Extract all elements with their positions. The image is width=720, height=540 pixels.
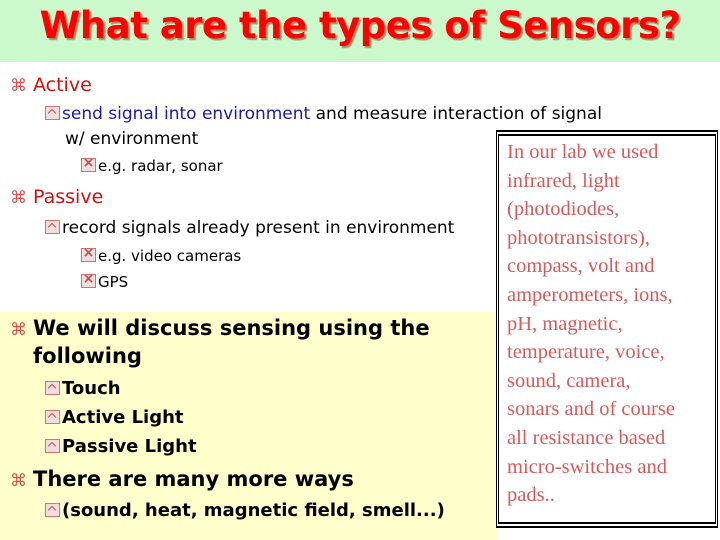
up-box-icon bbox=[45, 410, 60, 424]
highlight-text: send signal into environment bbox=[62, 104, 311, 124]
example-label: GPS bbox=[98, 273, 129, 291]
passive-description: record signals already present in enviro… bbox=[45, 218, 454, 238]
bullet-active: ⌘ Active bbox=[10, 74, 92, 96]
description-text: record signals already present in enviro… bbox=[62, 218, 455, 238]
discuss-item: Active Light bbox=[45, 407, 184, 428]
discuss-item: Touch bbox=[45, 378, 121, 399]
item-label: (sound, heat, magnetic field, smell...) bbox=[62, 500, 445, 521]
up-box-icon bbox=[45, 381, 60, 395]
command-key-icon: ⌘ bbox=[10, 471, 27, 491]
bullet-label: There are many more ways bbox=[33, 467, 354, 491]
example-label: e.g. radar, sonar bbox=[98, 157, 223, 175]
x-box-icon bbox=[81, 155, 96, 172]
active-description: send signal into environment and measure… bbox=[45, 104, 602, 124]
slide-title: What are the types of Sensors? bbox=[39, 4, 681, 47]
passive-example: e.g. video cameras bbox=[81, 245, 242, 265]
item-label: Passive Light bbox=[62, 436, 197, 457]
example-label: e.g. video cameras bbox=[98, 247, 242, 265]
item-label: Touch bbox=[62, 378, 121, 399]
bullet-label: We will discuss sensing using the bbox=[33, 316, 430, 340]
x-box-icon bbox=[81, 245, 96, 262]
discuss-item: Passive Light bbox=[45, 436, 197, 457]
active-example: e.g. radar, sonar bbox=[81, 155, 223, 175]
more-item: (sound, heat, magnetic field, smell...) bbox=[45, 500, 445, 521]
active-description-cont: w/ environment bbox=[65, 129, 199, 149]
bullet-more: ⌘ There are many more ways bbox=[10, 467, 354, 491]
bullet-label: Passive bbox=[33, 186, 104, 208]
note-text: In our lab we used infrared, light (phot… bbox=[507, 141, 675, 507]
up-box-icon bbox=[45, 106, 60, 120]
command-key-icon: ⌘ bbox=[10, 76, 27, 96]
passive-example: GPS bbox=[81, 271, 129, 291]
description-text: and measure interaction of signal bbox=[310, 104, 602, 124]
bullet-discuss-cont: following bbox=[33, 344, 142, 368]
command-key-icon: ⌘ bbox=[10, 320, 27, 340]
up-box-icon bbox=[45, 503, 60, 517]
title-band: What are the types of Sensors? bbox=[0, 0, 720, 62]
bullet-label: Active bbox=[33, 74, 92, 96]
item-label: Active Light bbox=[62, 407, 184, 428]
bullet-discuss: ⌘ We will discuss sensing using the bbox=[10, 316, 430, 340]
bullet-passive: ⌘ Passive bbox=[10, 186, 103, 208]
x-box-icon bbox=[81, 271, 96, 288]
lab-sensors-note: In our lab we used infrared, light (phot… bbox=[496, 130, 718, 528]
up-box-icon bbox=[45, 439, 60, 453]
command-key-icon: ⌘ bbox=[10, 188, 27, 208]
up-box-icon bbox=[45, 220, 60, 234]
